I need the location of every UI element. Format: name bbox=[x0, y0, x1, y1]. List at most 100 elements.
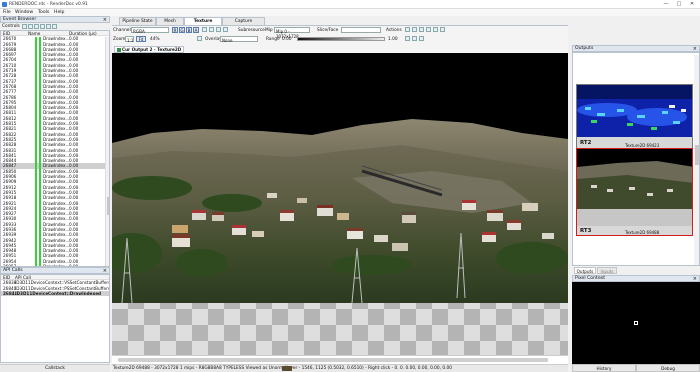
gamma-icon[interactable] bbox=[216, 27, 221, 32]
scrollbar-thumb[interactable] bbox=[106, 197, 109, 215]
close-button[interactable]: ✕ bbox=[686, 1, 698, 7]
range-max[interactable]: 1.00 bbox=[388, 37, 398, 42]
terrain bbox=[112, 145, 568, 303]
api-calls-list: EID API Call 26838 ID3D11DeviceContext::V… bbox=[0, 274, 110, 363]
tab-texture-viewer[interactable]: Texture Viewer bbox=[184, 17, 222, 31]
mip-select[interactable]: Mip 0 - 3072x1728 bbox=[274, 27, 310, 39]
zoom-percent: 44% bbox=[150, 37, 160, 42]
texture-viewport[interactable] bbox=[112, 53, 568, 355]
channels-value: RGBA bbox=[133, 28, 145, 34]
transparent-checkerboard bbox=[112, 303, 568, 355]
history-button[interactable]: History bbox=[572, 364, 636, 372]
goto-icon[interactable] bbox=[40, 24, 45, 29]
event-rows: 26670 DrawIndex... 0.00 26679 DrawIndex... 0.… bbox=[1, 36, 109, 266]
pencil-icon[interactable] bbox=[426, 27, 431, 32]
histogram-icon[interactable] bbox=[433, 27, 438, 32]
reset-range-icon[interactable] bbox=[419, 36, 424, 41]
marker-line bbox=[39, 37, 41, 266]
rt3-preview-image bbox=[577, 149, 692, 226]
channel-a-toggle[interactable]: A bbox=[193, 27, 199, 33]
pixel-context-title-bar: Pixel Context × bbox=[572, 275, 700, 282]
maximize-button[interactable]: □ bbox=[673, 1, 685, 7]
range-icon[interactable] bbox=[440, 27, 445, 32]
app-icon bbox=[2, 2, 7, 7]
pixel-context-title: Pixel Context bbox=[575, 276, 606, 281]
rt3-thumbnail[interactable]: RT3 Texture2D 69488 bbox=[576, 148, 693, 236]
tab-inputs[interactable]: Inputs bbox=[597, 267, 617, 274]
gear-icon[interactable] bbox=[202, 27, 207, 32]
event-list-scrollbar[interactable] bbox=[105, 37, 109, 266]
auto-fit-icon[interactable] bbox=[412, 36, 417, 41]
open-icon[interactable] bbox=[419, 27, 424, 32]
marker-line bbox=[35, 37, 37, 266]
tab-pipeline-state[interactable]: Pipeline State bbox=[119, 17, 156, 25]
menu-tools[interactable]: Tools bbox=[38, 10, 49, 15]
outputs-thumbnails: RT2 Texture2D 69423 RT3 Texture2D 69488 bbox=[572, 52, 700, 266]
timer-icon[interactable] bbox=[52, 24, 57, 29]
tab-mesh-output[interactable]: Mesh Output bbox=[156, 17, 184, 31]
rt3-format: Texture2D 69488 bbox=[625, 230, 660, 235]
subresource-label: Subresource bbox=[238, 28, 265, 33]
rt3-name: RT3 bbox=[580, 228, 592, 234]
zoom-one-to-one-button[interactable]: 1:1 bbox=[125, 36, 134, 43]
rt2-name: RT2 bbox=[580, 140, 592, 146]
zoom-range-icon[interactable] bbox=[405, 36, 410, 41]
outputs-scrollbar[interactable] bbox=[694, 55, 699, 265]
window-title: RENDERDOC.rdc - RenderDoc v0.91 bbox=[9, 2, 88, 7]
channel-g-toggle[interactable]: G bbox=[179, 27, 185, 33]
channels-select[interactable]: RGBA bbox=[131, 27, 169, 34]
overlay-value: None bbox=[222, 37, 233, 43]
api-calls-title-bar: API Calls × bbox=[0, 267, 110, 274]
slice-select[interactable] bbox=[341, 27, 381, 33]
save-icon[interactable] bbox=[405, 27, 410, 32]
color-swatch-icon[interactable] bbox=[209, 27, 214, 32]
controls-label: Controls bbox=[2, 24, 20, 29]
event-browser-title-bar: Event Browser × bbox=[0, 16, 110, 23]
zoom-label: Zoom bbox=[113, 37, 126, 42]
range-min[interactable]: 0.00 bbox=[282, 37, 292, 42]
pixel-marker bbox=[634, 321, 638, 325]
channel-b-toggle[interactable]: B bbox=[186, 27, 192, 33]
scrollbar-thumb[interactable] bbox=[694, 145, 699, 165]
history-label: History bbox=[596, 366, 612, 371]
event-browser-toolbar: Controls bbox=[0, 23, 110, 30]
flip-icon[interactable] bbox=[197, 36, 202, 41]
api-call-row[interactable]: 2684... ID3D11DeviceContext::DrawIndexed bbox=[1, 290, 109, 297]
viewport-scrollbar-thumb[interactable] bbox=[118, 358, 548, 362]
channel-r-toggle[interactable]: R bbox=[172, 27, 178, 33]
search-icon[interactable] bbox=[46, 24, 51, 29]
tab-capture-executable[interactable]: Capture Executable bbox=[222, 17, 265, 31]
zoom-value: 1:1 bbox=[127, 37, 134, 43]
goto-location-icon[interactable] bbox=[412, 27, 417, 32]
minimize-button[interactable]: — bbox=[660, 1, 672, 7]
menu-help[interactable]: Help bbox=[54, 10, 64, 15]
debug-button[interactable]: Debug bbox=[636, 364, 700, 372]
callstack-bar[interactable]: Callstack bbox=[0, 364, 110, 372]
fit-button[interactable]: Fit bbox=[136, 36, 146, 42]
find-next-icon[interactable] bbox=[28, 24, 33, 29]
rt3-label: RT3 Texture2D 69488 bbox=[577, 226, 692, 235]
api-rows: 26838 ID3D11DeviceContext::VSSetConstantB… bbox=[1, 280, 109, 297]
tab-inputs-label: Inputs bbox=[600, 269, 614, 274]
pixel-context-view[interactable] bbox=[572, 282, 700, 364]
bookmark-icon[interactable] bbox=[34, 24, 39, 29]
actions-label: Actions bbox=[386, 28, 402, 33]
event-list: EID Name Duration (µs) 26670 DrawIndex...… bbox=[0, 30, 110, 267]
find-prev-icon[interactable] bbox=[22, 24, 27, 29]
status-bar: Texture2D 69488 - 3072x1728 1 mips - R8G… bbox=[112, 364, 568, 372]
menu-window[interactable]: Window bbox=[15, 10, 33, 15]
tab-outputs[interactable]: Outputs bbox=[574, 267, 596, 274]
overlay-select[interactable]: None bbox=[220, 36, 258, 43]
rt2-preview-image bbox=[577, 85, 692, 137]
slice-label: Slice/Face bbox=[317, 28, 339, 33]
texture-image bbox=[112, 53, 568, 355]
callstack-label: Callstack bbox=[45, 366, 65, 371]
menu-file[interactable]: File bbox=[3, 10, 11, 15]
tab-outputs-label: Outputs bbox=[576, 269, 594, 274]
output-tab[interactable]: Cur Output 2 - Texture2D 6... bbox=[114, 46, 184, 57]
title-bar: RENDERDOC.rdc - RenderDoc v0.91 — □ ✕ bbox=[0, 0, 700, 9]
viewport-scrollbar[interactable] bbox=[112, 355, 568, 364]
range-slider[interactable] bbox=[297, 37, 385, 41]
outputs-title-bar: Outputs × bbox=[572, 45, 700, 52]
alpha-icon[interactable] bbox=[223, 27, 228, 32]
